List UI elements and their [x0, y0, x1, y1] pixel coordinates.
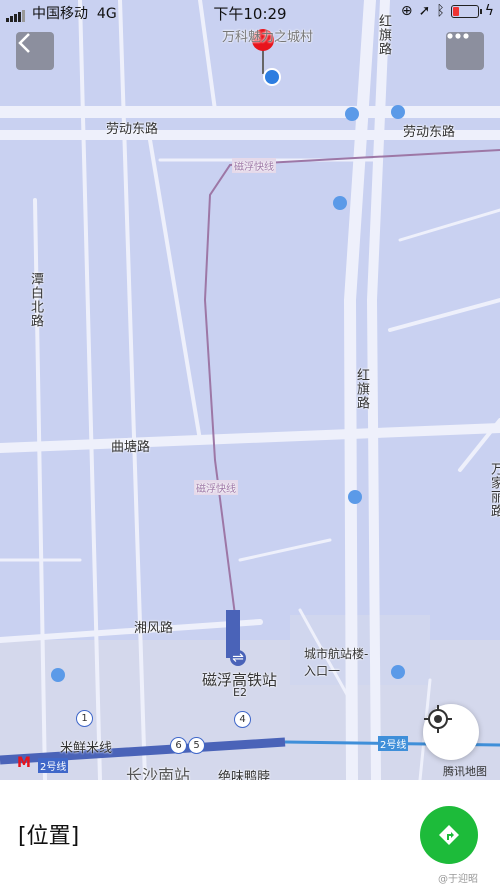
location-title: [位置]: [18, 824, 80, 849]
road-label-qutang: 曲塘路: [111, 440, 151, 455]
road-label-right-edge: 万家丽路: [488, 462, 500, 518]
exit-badge-4: 4: [234, 711, 251, 728]
bluetooth-icon: ᛒ: [436, 3, 445, 19]
exit-badge-5: 5: [188, 737, 205, 754]
status-icons: ⊕ ➚ ᛒ ϟ: [401, 3, 494, 19]
poi-vanke: 万科魅力之城村: [222, 30, 314, 45]
maglev-label-mid: 磁浮快线: [194, 480, 238, 495]
more-button[interactable]: [446, 32, 484, 70]
navigate-button[interactable]: [420, 806, 478, 864]
back-arrow-icon: [18, 33, 30, 53]
bottom-panel: [位置]: [0, 780, 500, 889]
battery-icon: [450, 4, 482, 18]
current-location-dot: [263, 68, 281, 86]
poi-station-name: 长沙南站: [126, 766, 191, 780]
location-arrow-icon: ➚: [418, 3, 431, 19]
exit-label-e2: E2: [233, 686, 247, 699]
lock-rotation-icon: ⊕: [400, 3, 413, 19]
road-label-hongqi-mid: 红旗路: [354, 368, 369, 410]
map-view[interactable]: 万科魅力之城村 劳动东路 劳动东路 潭白北路 红旗路 红旗路 曲塘路 湘风路 万…: [0, 0, 500, 780]
charging-icon: ϟ: [484, 3, 494, 19]
locate-crosshair-icon: [424, 705, 452, 733]
road-label-xiangfeng: 湘风路: [134, 621, 174, 636]
provider-logo: 腾讯地图: [443, 765, 487, 778]
mcdonalds-icon: M: [17, 755, 31, 771]
metro-line2-label-left: 2号线: [38, 758, 69, 773]
poi-rice-noodle: 米鲜米线: [60, 741, 113, 756]
poi-terminal-entrance: 城市航站楼-入口一: [304, 647, 369, 678]
exit-badge-6: 6: [170, 737, 187, 754]
metro-line2-label-right: 2号线: [378, 736, 409, 751]
road-label-laodong-left: 劳动东路: [106, 122, 159, 137]
poi-juewei: 绝味鸭脖: [218, 770, 271, 780]
maglev-label-top: 磁浮快线: [232, 158, 276, 173]
road-label-laodong-right: 劳动东路: [403, 125, 456, 140]
watermark: @于迎昭: [438, 874, 478, 885]
map-canvas: [0, 0, 500, 780]
status-bar: 中国移动 4G 下午10:29 ⊕ ➚ ᛒ ϟ: [0, 0, 500, 24]
navigation-arrow-icon: [439, 825, 459, 845]
exit-badge-1: 1: [76, 710, 93, 727]
locate-button[interactable]: [423, 704, 479, 760]
more-dots-icon: [447, 33, 469, 39]
maglev-station-icon: ⇌: [230, 650, 246, 666]
road-label-tanbai: 潭白北路: [28, 272, 43, 328]
back-button[interactable]: [16, 32, 54, 70]
